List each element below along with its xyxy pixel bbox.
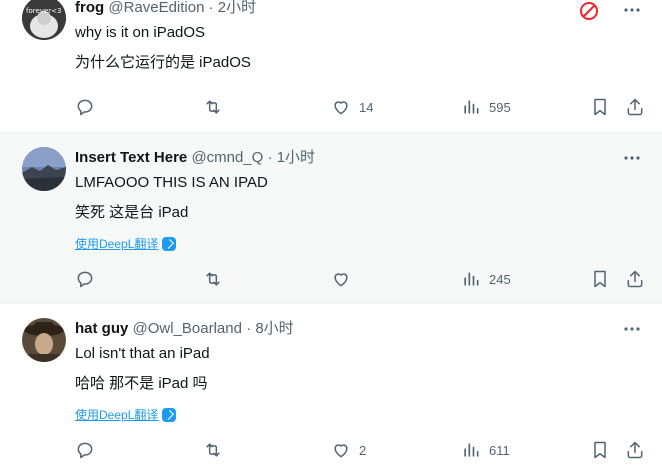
retweet-button[interactable] xyxy=(203,96,223,118)
retweet-button[interactable] xyxy=(203,439,223,461)
share-button[interactable] xyxy=(625,439,645,461)
reply-button[interactable] xyxy=(75,96,95,118)
avatar-text: forever<3 xyxy=(26,7,61,15)
views-icon xyxy=(464,100,479,114)
timestamp[interactable]: 2小时 xyxy=(218,0,256,16)
handle[interactable]: @cmnd_Q xyxy=(191,149,263,166)
deepl-icon xyxy=(162,408,177,422)
views-button[interactable]: 611 xyxy=(461,439,510,461)
tweet-1[interactable]: forever<3 frog @RaveEdition · 2小时 why is… xyxy=(0,0,662,132)
heart-icon xyxy=(334,101,348,115)
like-button[interactable] xyxy=(331,268,359,290)
retweet-icon xyxy=(206,443,220,457)
retweet-button[interactable] xyxy=(203,268,223,290)
bookmark-button[interactable] xyxy=(590,268,610,290)
view-count: 611 xyxy=(489,442,510,458)
bookmark-icon xyxy=(594,270,606,288)
translate-link[interactable]: 使用DeepL翻译 xyxy=(75,407,177,423)
handle[interactable]: @RaveEdition xyxy=(108,0,204,16)
bookmark-icon xyxy=(594,98,606,116)
tweet-header: hat guy @Owl_Boarland · 8小时 xyxy=(75,319,294,339)
timestamp[interactable]: 8小时 xyxy=(255,320,293,337)
retweet-icon xyxy=(206,100,220,114)
action-bar: 2 611 xyxy=(75,439,645,461)
share-icon xyxy=(627,98,643,116)
reply-icon xyxy=(77,271,93,288)
tweet-text: why is it on iPadOS xyxy=(75,24,206,41)
heart-icon xyxy=(334,273,348,287)
reply-icon xyxy=(77,99,93,116)
like-count: 2 xyxy=(359,442,367,458)
views-icon xyxy=(464,443,479,457)
bookmark-button[interactable] xyxy=(590,439,610,461)
translate-link[interactable]: 使用DeepL翻译 xyxy=(75,236,177,252)
share-button[interactable] xyxy=(625,268,645,290)
timestamp[interactable]: 1小时 xyxy=(277,149,315,166)
avatar[interactable] xyxy=(22,318,66,362)
action-bar: 14 595 xyxy=(75,96,645,118)
reply-button[interactable] xyxy=(75,268,95,290)
reply-button[interactable] xyxy=(75,439,95,461)
like-count: 14 xyxy=(359,99,374,115)
display-name[interactable]: Insert Text Here xyxy=(75,149,187,166)
avatar[interactable] xyxy=(22,147,66,191)
share-icon xyxy=(627,270,643,288)
view-count: 595 xyxy=(489,99,511,115)
bookmark-button[interactable] xyxy=(590,96,610,118)
tweet-2[interactable]: Insert Text Here @cmnd_Q · 1小时 LMFAOOO T… xyxy=(0,132,662,303)
tweet-translation: 笑死 这是台 iPad xyxy=(75,204,189,221)
tweet-header: frog @RaveEdition · 2小时 xyxy=(75,0,256,18)
more-options-icon[interactable] xyxy=(622,0,642,20)
tweet-text: LMFAOOO THIS IS AN IPAD xyxy=(75,174,268,191)
separator: · xyxy=(246,320,252,337)
view-count: 245 xyxy=(489,271,511,287)
heart-icon xyxy=(334,444,348,458)
views-button[interactable]: 245 xyxy=(461,268,511,290)
translate-label[interactable]: 使用DeepL翻译 xyxy=(75,236,158,252)
handle[interactable]: @Owl_Boarland xyxy=(133,320,242,337)
share-icon xyxy=(627,441,643,459)
reply-icon xyxy=(77,442,93,459)
display-name[interactable]: hat guy xyxy=(75,320,128,337)
tweet-translation: 为什么它运行的是 iPadOS xyxy=(75,54,251,71)
bookmark-icon xyxy=(594,441,606,459)
like-button[interactable]: 2 xyxy=(331,439,366,461)
tweet-text: Lol isn't that an iPad xyxy=(75,345,210,362)
action-bar: 245 xyxy=(75,268,645,290)
tweet-header: Insert Text Here @cmnd_Q · 1小时 xyxy=(75,148,315,168)
avatar[interactable]: forever<3 xyxy=(22,0,66,40)
translate-label[interactable]: 使用DeepL翻译 xyxy=(75,407,158,423)
retweet-icon xyxy=(206,272,220,286)
tweet-translation: 哈哈 那不是 iPad 吗 xyxy=(75,375,208,392)
views-button[interactable]: 595 xyxy=(461,96,511,118)
display-name[interactable]: frog xyxy=(75,0,104,16)
like-button[interactable]: 14 xyxy=(331,96,373,118)
separator: · xyxy=(267,149,273,166)
block-icon[interactable] xyxy=(578,0,600,22)
tweet-3[interactable]: hat guy @Owl_Boarland · 8小时 Lol isn't th… xyxy=(0,303,662,473)
more-options-icon[interactable] xyxy=(622,148,642,168)
share-button[interactable] xyxy=(625,96,645,118)
more-options-icon[interactable] xyxy=(622,319,642,339)
views-icon xyxy=(464,272,479,286)
separator: · xyxy=(208,0,214,16)
deepl-icon xyxy=(162,237,177,251)
